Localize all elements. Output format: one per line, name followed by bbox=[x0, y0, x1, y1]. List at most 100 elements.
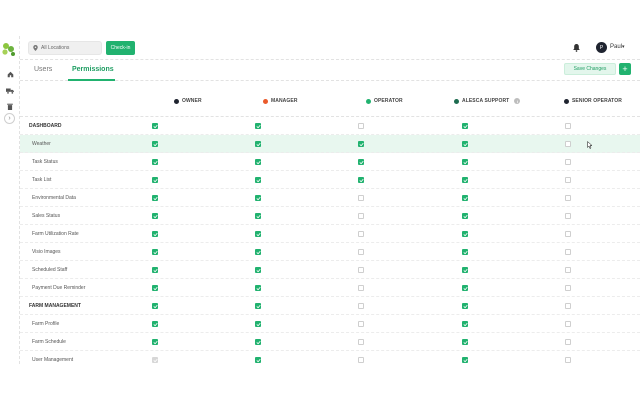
checkbox-operator[interactable] bbox=[358, 303, 364, 309]
expand-sidebar-button[interactable]: › bbox=[4, 113, 15, 124]
checkbox-owner[interactable] bbox=[152, 249, 158, 255]
home-icon[interactable] bbox=[5, 69, 15, 79]
checkbox-owner[interactable] bbox=[152, 339, 158, 345]
permissions-table: OWNER MANAGER OPERATOR ALESCA SUPPORT i SENIO… bbox=[20, 81, 640, 364]
checkbox-owner[interactable] bbox=[152, 231, 158, 237]
checkbox-owner bbox=[152, 357, 158, 363]
role-header-owner: OWNER bbox=[174, 97, 202, 105]
checkbox-senior-operator[interactable] bbox=[565, 303, 571, 309]
checkbox-manager[interactable] bbox=[255, 267, 261, 273]
checkbox-senior-operator[interactable] bbox=[565, 357, 571, 363]
checkbox-alesca-support[interactable] bbox=[462, 339, 468, 345]
checkbox-owner[interactable] bbox=[152, 177, 158, 183]
checkbox-owner[interactable] bbox=[152, 303, 158, 309]
truck-icon[interactable] bbox=[5, 85, 15, 95]
checkbox-senior-operator[interactable] bbox=[565, 141, 571, 147]
checkbox-alesca-support[interactable] bbox=[462, 123, 468, 129]
checkbox-alesca-support[interactable] bbox=[462, 249, 468, 255]
checkbox-senior-operator[interactable] bbox=[565, 285, 571, 291]
user-name[interactable]: Paul bbox=[610, 44, 622, 50]
checkbox-owner[interactable] bbox=[152, 321, 158, 327]
checkbox-owner[interactable] bbox=[152, 195, 158, 201]
role-header-label: SENIOR OPERATOR bbox=[572, 98, 622, 104]
save-changes-button[interactable]: Save Changes bbox=[564, 63, 616, 75]
checkbox-senior-operator[interactable] bbox=[565, 123, 571, 129]
chevron-down-icon[interactable]: ▾ bbox=[622, 44, 625, 50]
checkbox-operator[interactable] bbox=[358, 195, 364, 201]
checkbox-owner[interactable] bbox=[152, 267, 158, 273]
section-row: FARM MANAGEMENT bbox=[20, 297, 640, 315]
user-avatar[interactable]: P bbox=[596, 42, 607, 53]
check-in-button[interactable]: Check-in bbox=[106, 41, 135, 55]
checkbox-alesca-support[interactable] bbox=[462, 141, 468, 147]
permission-label: Farm Profile bbox=[32, 321, 60, 327]
checkbox-alesca-support[interactable] bbox=[462, 213, 468, 219]
checkbox-operator[interactable] bbox=[358, 339, 364, 345]
top-bar: All Locations Check-in P Paul ▾ bbox=[20, 36, 640, 60]
checkbox-owner[interactable] bbox=[152, 285, 158, 291]
checkbox-manager[interactable] bbox=[255, 195, 261, 201]
checkbox-operator[interactable] bbox=[358, 285, 364, 291]
tab-permissions[interactable]: Permissions bbox=[72, 66, 114, 73]
checkbox-operator[interactable] bbox=[358, 267, 364, 273]
checkbox-operator[interactable] bbox=[358, 249, 364, 255]
role-header-label: MANAGER bbox=[271, 98, 298, 104]
checkbox-alesca-support[interactable] bbox=[462, 303, 468, 309]
checkbox-manager[interactable] bbox=[255, 159, 261, 165]
checkbox-manager[interactable] bbox=[255, 321, 261, 327]
checkbox-owner[interactable] bbox=[152, 213, 158, 219]
checkbox-operator[interactable] bbox=[358, 321, 364, 327]
checkbox-senior-operator[interactable] bbox=[565, 213, 571, 219]
checkbox-operator[interactable] bbox=[358, 159, 364, 165]
checkbox-alesca-support[interactable] bbox=[462, 357, 468, 363]
add-button[interactable]: + bbox=[619, 63, 631, 75]
checkbox-alesca-support[interactable] bbox=[462, 321, 468, 327]
checkbox-manager[interactable] bbox=[255, 141, 261, 147]
checkbox-manager[interactable] bbox=[255, 285, 261, 291]
checkbox-manager[interactable] bbox=[255, 123, 261, 129]
checkbox-senior-operator[interactable] bbox=[565, 339, 571, 345]
checkbox-owner[interactable] bbox=[152, 141, 158, 147]
location-pin-icon bbox=[33, 45, 38, 51]
role-header-senior-operator: SENIOR OPERATOR bbox=[564, 97, 622, 105]
checkbox-senior-operator[interactable] bbox=[565, 195, 571, 201]
checkbox-senior-operator[interactable] bbox=[565, 231, 571, 237]
tab-users[interactable]: Users bbox=[34, 66, 52, 73]
checkbox-alesca-support[interactable] bbox=[462, 195, 468, 201]
checkbox-manager[interactable] bbox=[255, 303, 261, 309]
app-logo[interactable] bbox=[1, 41, 17, 57]
checkbox-senior-operator[interactable] bbox=[565, 159, 571, 165]
checkbox-senior-operator[interactable] bbox=[565, 321, 571, 327]
checkbox-manager[interactable] bbox=[255, 249, 261, 255]
checkbox-senior-operator[interactable] bbox=[565, 267, 571, 273]
table-row: Scheduled Staff bbox=[20, 261, 640, 279]
checkbox-alesca-support[interactable] bbox=[462, 285, 468, 291]
checkbox-alesca-support[interactable] bbox=[462, 231, 468, 237]
checkbox-senior-operator[interactable] bbox=[565, 177, 571, 183]
checkbox-owner[interactable] bbox=[152, 123, 158, 129]
section-label: DASHBOARD bbox=[29, 123, 62, 129]
checkbox-manager[interactable] bbox=[255, 231, 261, 237]
checkbox-operator[interactable] bbox=[358, 357, 364, 363]
checkbox-operator[interactable] bbox=[358, 177, 364, 183]
location-select-label: All Locations bbox=[41, 45, 70, 51]
checkbox-operator[interactable] bbox=[358, 123, 364, 129]
trash-icon[interactable] bbox=[5, 101, 15, 111]
permission-label: Scheduled Staff bbox=[32, 267, 68, 273]
checkbox-operator[interactable] bbox=[358, 141, 364, 147]
info-icon[interactable]: i bbox=[514, 98, 521, 104]
checkbox-senior-operator[interactable] bbox=[565, 249, 571, 255]
location-select[interactable]: All Locations bbox=[28, 41, 102, 55]
checkbox-manager[interactable] bbox=[255, 339, 261, 345]
checkbox-manager[interactable] bbox=[255, 357, 261, 363]
checkbox-alesca-support[interactable] bbox=[462, 267, 468, 273]
permission-label: User Management bbox=[32, 357, 74, 363]
checkbox-alesca-support[interactable] bbox=[462, 177, 468, 183]
checkbox-operator[interactable] bbox=[358, 231, 364, 237]
checkbox-manager[interactable] bbox=[255, 213, 261, 219]
bell-icon[interactable] bbox=[571, 42, 581, 54]
checkbox-operator[interactable] bbox=[358, 213, 364, 219]
checkbox-alesca-support[interactable] bbox=[462, 159, 468, 165]
checkbox-manager[interactable] bbox=[255, 177, 261, 183]
checkbox-owner[interactable] bbox=[152, 159, 158, 165]
